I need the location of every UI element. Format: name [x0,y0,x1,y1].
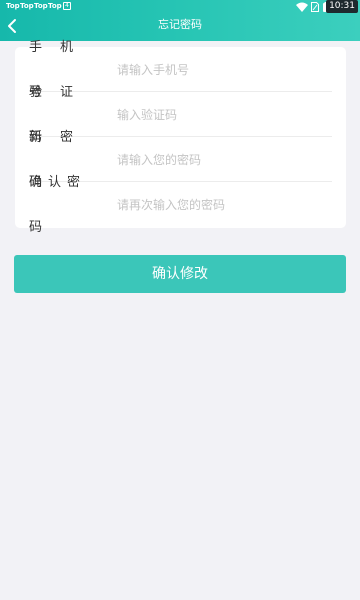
notification-text: Top [20,2,34,10]
notification-badge: 4 [63,2,71,10]
confirm-password-input[interactable] [117,194,317,215]
wifi-icon [296,2,308,12]
confirm-password-label: 确认密码 [29,175,99,235]
phone-input[interactable] [117,59,317,80]
new-password-input[interactable] [117,149,317,170]
form-card: 手机号 验证码 新密码 确认密码 [15,40,346,235]
notification-text: Top [34,2,48,10]
confirm-password-row: 确认密码 [29,175,346,235]
notification-text: Top [48,2,62,10]
confirm-password-label-text: 确认密码 [29,174,87,235]
verification-code-input[interactable] [117,104,317,125]
notification-text: Top [6,2,20,10]
status-bar: Top Top Top Top 4 10:31 [0,0,360,14]
confirm-change-button[interactable]: 确认修改 [14,255,346,293]
sim-icon [311,2,319,12]
clock: 10:31 [326,0,358,13]
